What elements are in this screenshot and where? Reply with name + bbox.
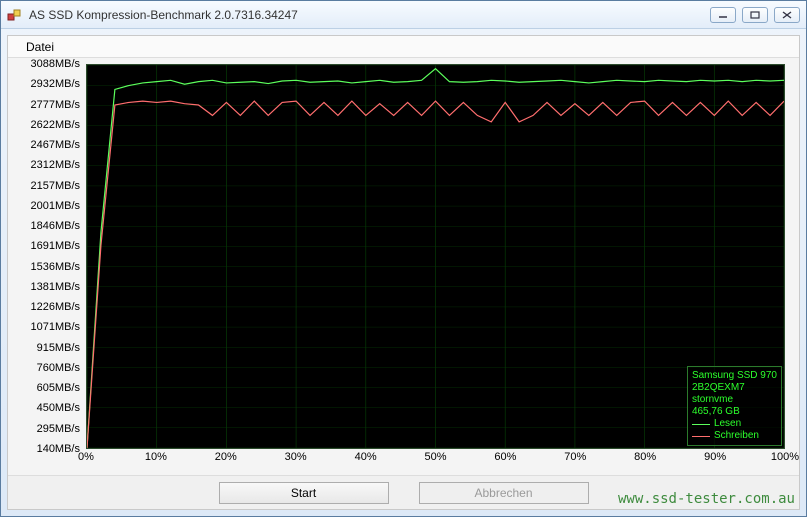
y-tick-label: 1846MB/s: [30, 220, 80, 232]
y-axis-labels: 3088MB/s2932MB/s2777MB/s2622MB/s2467MB/s…: [16, 64, 84, 449]
y-tick-label: 295MB/s: [37, 423, 80, 435]
close-button[interactable]: [774, 7, 800, 23]
y-tick-label: 2622MB/s: [30, 119, 80, 131]
y-tick-label: 2467MB/s: [30, 139, 80, 151]
legend-write-label: Schreiben: [714, 430, 759, 442]
x-tick-label: 80%: [634, 451, 656, 463]
x-tick-label: 10%: [145, 451, 167, 463]
y-tick-label: 2932MB/s: [30, 78, 80, 90]
y-tick-label: 1071MB/s: [30, 321, 80, 333]
button-bar: Start Abbrechen: [8, 475, 799, 509]
legend-driver: stornvme: [692, 394, 777, 406]
x-axis-labels: 0%10%20%30%40%50%60%70%80%90%100%: [86, 451, 785, 469]
titlebar: AS SSD Kompression-Benchmark 2.0.7316.34…: [1, 1, 806, 29]
maximize-button[interactable]: [742, 7, 768, 23]
y-tick-label: 140MB/s: [37, 443, 80, 455]
y-tick-label: 1226MB/s: [30, 301, 80, 313]
y-tick-label: 915MB/s: [37, 342, 80, 354]
y-tick-label: 2157MB/s: [30, 180, 80, 192]
app-icon: [7, 7, 23, 23]
legend-read-label: Lesen: [714, 418, 741, 430]
x-tick-label: 60%: [494, 451, 516, 463]
legend-device: Samsung SSD 970: [692, 370, 777, 382]
y-tick-label: 3088MB/s: [30, 58, 80, 70]
x-tick-label: 40%: [355, 451, 377, 463]
cancel-button[interactable]: Abbrechen: [419, 482, 589, 504]
chart-plot: Samsung SSD 970 2B2QEXM7 stornvme 465,76…: [86, 64, 785, 449]
x-tick-label: 50%: [424, 451, 446, 463]
legend-write-swatch: [692, 436, 710, 437]
window-buttons: [710, 7, 800, 23]
x-tick-label: 20%: [215, 451, 237, 463]
legend-firmware: 2B2QEXM7: [692, 382, 777, 394]
minimize-button[interactable]: [710, 7, 736, 23]
menu-file[interactable]: Datei: [18, 38, 62, 56]
x-tick-label: 70%: [564, 451, 586, 463]
y-tick-label: 1536MB/s: [30, 261, 80, 273]
legend-capacity: 465,76 GB: [692, 406, 777, 418]
x-tick-label: 0%: [78, 451, 94, 463]
x-tick-label: 90%: [704, 451, 726, 463]
y-tick-label: 1381MB/s: [30, 281, 80, 293]
y-tick-label: 2312MB/s: [30, 159, 80, 171]
y-tick-label: 450MB/s: [37, 402, 80, 414]
x-tick-label: 100%: [771, 451, 799, 463]
y-tick-label: 760MB/s: [37, 362, 80, 374]
chart-area: 3088MB/s 2932MB/s 2777MB/s 2622MB/s 2467MB/s…: [16, 60, 791, 471]
menu-bar: Datei: [8, 36, 799, 58]
y-tick-label: 2001MB/s: [30, 200, 80, 212]
content-panel: Datei 3088MB/s 2932MB/s 2777MB/s 2622MB/s 24…: [7, 35, 800, 510]
legend-read-swatch: [692, 424, 710, 425]
start-button[interactable]: Start: [219, 482, 389, 504]
y-tick-label: 1691MB/s: [30, 240, 80, 252]
legend-read-row: Lesen: [692, 418, 777, 430]
x-tick-label: 30%: [285, 451, 307, 463]
y-tick-label: 2777MB/s: [30, 99, 80, 111]
legend-write-row: Schreiben: [692, 430, 777, 442]
y-tick-label: 605MB/s: [37, 382, 80, 394]
window-title: AS SSD Kompression-Benchmark 2.0.7316.34…: [29, 8, 710, 22]
app-window: AS SSD Kompression-Benchmark 2.0.7316.34…: [0, 0, 807, 517]
chart-legend: Samsung SSD 970 2B2QEXM7 stornvme 465,76…: [687, 366, 782, 446]
